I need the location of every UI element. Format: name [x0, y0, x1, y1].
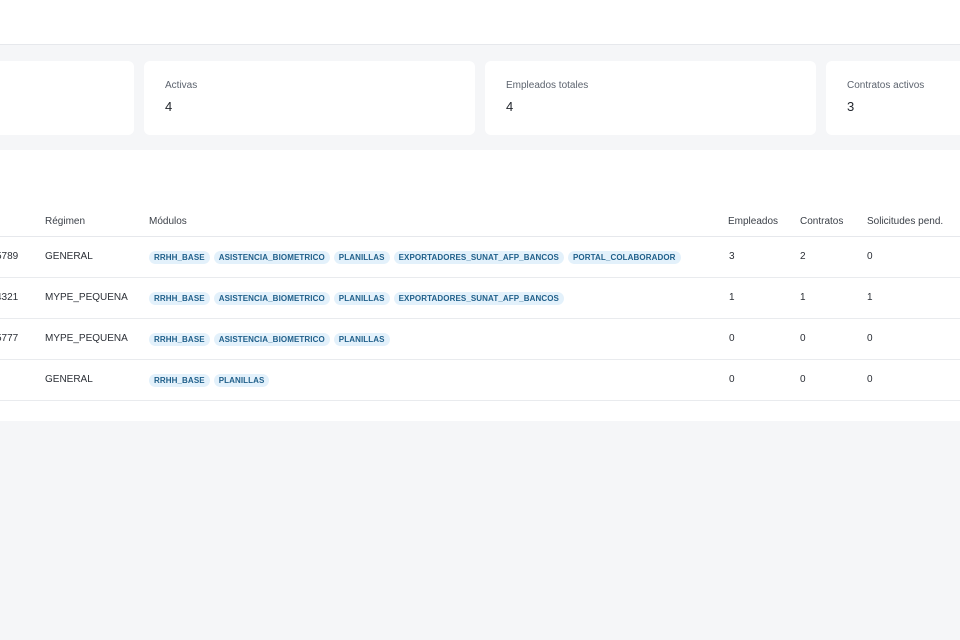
column-header-regimen[interactable]: Régimen [45, 216, 85, 228]
module-chip: PLANILLAS [333, 332, 390, 346]
top-bar [0, 0, 960, 45]
module-chip: ASISTENCIA_BIOMETRICO [213, 250, 330, 264]
cell-empleados: 1 [729, 292, 735, 303]
column-header-solicitudes[interactable]: Solicitudes pend. [867, 216, 943, 228]
stat-value: 4 [165, 99, 173, 114]
module-chip: PLANILLAS [213, 373, 270, 387]
companies-table: Régimen Módulos Empleados Contratos Soli… [0, 150, 960, 421]
stat-label: Empleados totales [506, 80, 589, 91]
module-chip: EXPORTADORES_SUNAT_AFP_BANCOS [393, 250, 564, 264]
cell-empleados: 3 [729, 251, 735, 262]
stat-card-contratos-activos: Contratos activos 3 [826, 61, 960, 135]
module-chip-list: RRHH_BASE ASISTENCIA_BIOMETRICO PLANILLAS E… [149, 278, 564, 318]
cell-contratos: 0 [800, 333, 806, 344]
module-chip: RRHH_BASE [149, 291, 210, 305]
stat-label: Activas [165, 80, 198, 91]
module-chip: RRHH_BASE [149, 332, 210, 346]
module-chip: ASISTENCIA_BIOMETRICO [213, 332, 330, 346]
cell-solicitudes: 0 [867, 374, 873, 385]
cell-contratos: 1 [800, 292, 806, 303]
cell-solicitudes: 1 [867, 292, 873, 303]
cell-empleados: 0 [729, 333, 735, 344]
cell-empleados: 0 [729, 374, 735, 385]
column-header-contratos[interactable]: Contratos [800, 216, 843, 228]
module-chip: EXPORTADORES_SUNAT_AFP_BANCOS [393, 291, 564, 305]
cell-contratos: 0 [800, 374, 806, 385]
cell-regimen: GENERAL [45, 251, 93, 262]
stat-card-activas: Activas 4 [144, 61, 475, 135]
module-chip: ASISTENCIA_BIOMETRICO [213, 291, 330, 305]
cell-regimen: MYPE_PEQUENA [45, 333, 128, 344]
table-row[interactable]: GENERAL 0 0 0 RRHH_BASE PLANILLAS [0, 360, 960, 401]
cell-ruc: 5789 [0, 251, 19, 262]
module-chip: PLANILLAS [333, 250, 390, 264]
cell-solicitudes: 0 [867, 251, 873, 262]
cell-solicitudes: 0 [867, 333, 873, 344]
cell-ruc: 5777 [0, 333, 19, 344]
table-header: Régimen Módulos Empleados Contratos Soli… [0, 205, 960, 237]
module-chip: PLANILLAS [333, 291, 390, 305]
table-row[interactable]: 5777 MYPE_PEQUENA 0 0 0 RRHH_BASEASISTENCIA_B… [0, 319, 960, 360]
stat-value: 3 [847, 99, 855, 114]
table-row[interactable]: 5789 GENERAL 3 2 0 RRHH_BASEASISTENCIA_BIOMET… [0, 237, 960, 278]
column-header-empleados[interactable]: Empleados [728, 216, 778, 228]
module-chip: RRHH_BASE [149, 373, 210, 387]
cell-regimen: GENERAL [45, 374, 93, 385]
module-chip-list: RRHH_BASE PLANILLAS [149, 360, 270, 400]
cell-contratos: 2 [800, 251, 806, 262]
module-chip-list: RRHH_BASE ASISTENCIA_BIOMETRICO PLANILLAS E… [149, 237, 681, 277]
stat-card-empleados-totales: Empleados totales 4 [485, 61, 816, 135]
table-row[interactable]: 4321 MYPE_PEQUENA 1 1 1 RRHH_BASEASISTENCIA_B… [0, 278, 960, 319]
stat-label: Contratos activos [847, 80, 925, 91]
module-chip: PORTAL_COLABORADOR [568, 250, 681, 264]
column-header-modulos[interactable]: Módulos [149, 216, 187, 228]
cell-ruc: 4321 [0, 292, 19, 303]
stat-value: 4 [506, 99, 514, 114]
stat-card-total [0, 61, 134, 135]
module-chip-list: RRHH_BASE ASISTENCIA_BIOMETRICO PLANILLAS [149, 319, 390, 359]
cell-regimen: MYPE_PEQUENA [45, 292, 128, 303]
module-chip: RRHH_BASE [149, 250, 210, 264]
